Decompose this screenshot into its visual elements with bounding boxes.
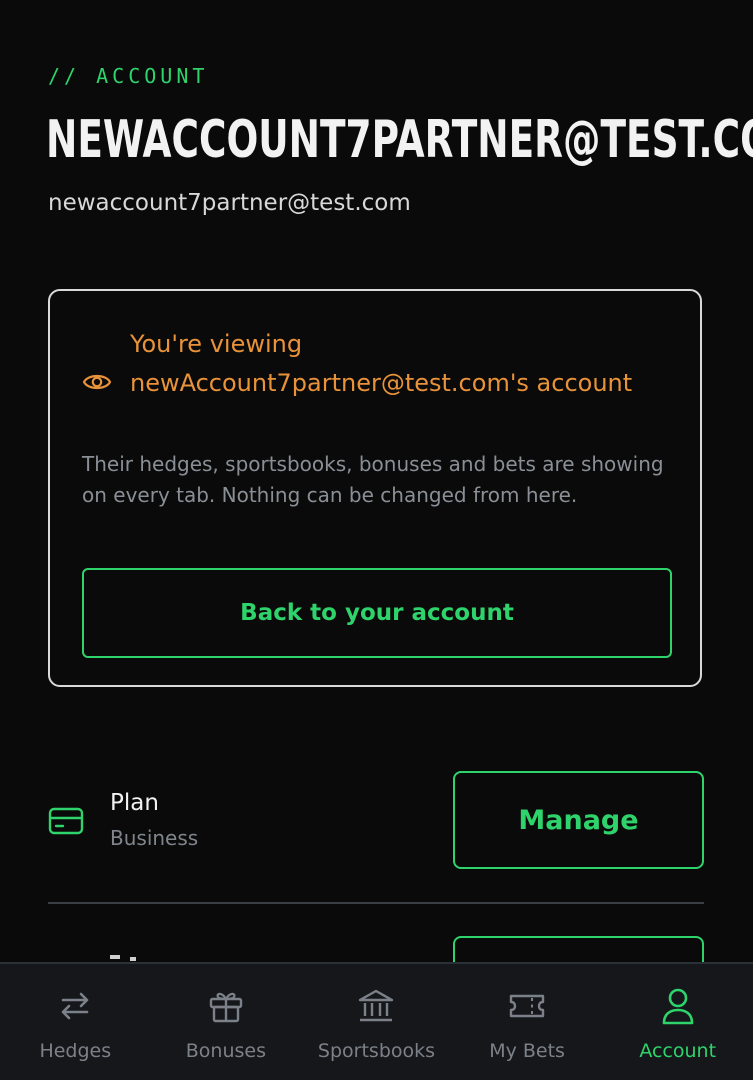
bottom-tab-bar: Hedges Bonuses Sportsbooks My Bets Accou… <box>0 962 753 1080</box>
tab-sportsbooks[interactable]: Sportsbooks <box>301 964 452 1080</box>
divider <box>48 902 704 904</box>
page-title: NEWACCOUNT7PARTNER@TEST.COM <box>46 110 753 170</box>
tab-hedges[interactable]: Hedges <box>0 964 151 1080</box>
viewing-notice-heading: You're viewing newAccount7partner@test.c… <box>130 330 633 397</box>
user-icon <box>662 988 693 1025</box>
manage-plan-button[interactable]: Manage <box>453 771 704 869</box>
tab-bonuses[interactable]: Bonuses <box>151 964 302 1080</box>
gift-icon <box>209 992 243 1023</box>
viewing-notice-card: You're viewing newAccount7partner@test.c… <box>48 289 702 687</box>
viewing-notice-description: Their hedges, sportsbooks, bonuses and b… <box>82 452 664 507</box>
back-to-account-button[interactable]: Back to your account <box>82 568 672 658</box>
account-email: newaccount7partner@test.com <box>48 190 411 216</box>
section-label: // ACCOUNT <box>48 64 209 88</box>
account-screen: // ACCOUNT NEWACCOUNT7PARTNER@TEST.COM n… <box>0 0 753 1080</box>
plan-title: Plan <box>110 790 159 816</box>
tab-label: My Bets <box>489 1040 565 1062</box>
eye-icon <box>82 374 112 390</box>
tab-account[interactable]: Account <box>602 964 753 1080</box>
swap-arrows-icon <box>61 992 89 1020</box>
tab-my-bets[interactable]: My Bets <box>452 964 603 1080</box>
tab-label: Bonuses <box>185 1040 266 1062</box>
ticket-icon <box>509 994 545 1018</box>
credit-card-icon <box>48 807 84 835</box>
tab-label: Hedges <box>39 1040 112 1062</box>
tab-label: Account <box>639 1040 717 1062</box>
tab-label: Sportsbooks <box>317 1040 436 1062</box>
plan-value: Business <box>110 826 199 850</box>
bank-icon <box>359 989 394 1022</box>
